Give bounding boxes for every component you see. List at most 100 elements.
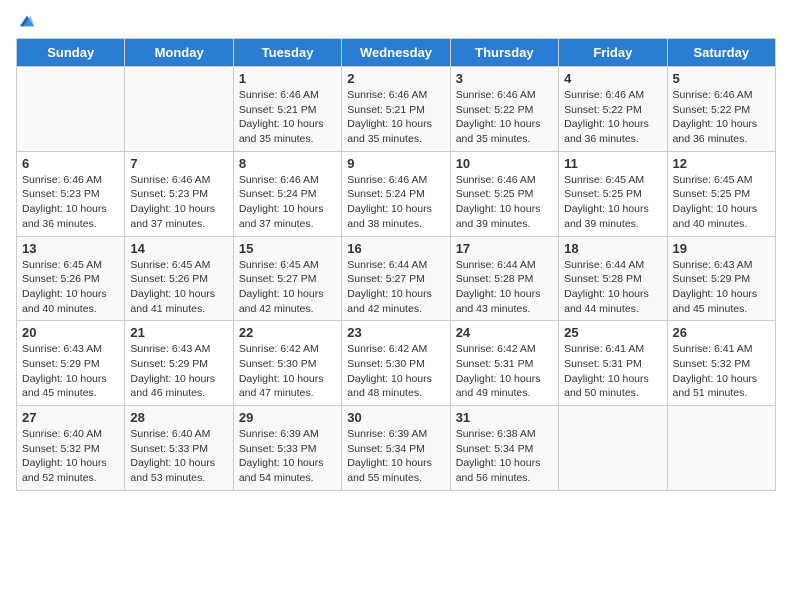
- calendar-cell: 26Sunrise: 6:41 AMSunset: 5:32 PMDayligh…: [667, 321, 775, 406]
- calendar-cell: [17, 67, 125, 152]
- calendar-cell: 23 Sunrise: 6:42 AMSunset: 5:30 PMDayligh…: [342, 321, 450, 406]
- day-info: Sunrise: 6:42 AMSunset: 5:30 PMDaylight:…: [347, 342, 444, 401]
- day-header-monday: Monday: [125, 39, 233, 67]
- day-info: Sunrise: 6:45 AMSunset: 5:26 PMDaylight:…: [130, 258, 227, 317]
- calendar-week-1: 1 Sunrise: 6:46 AMSunset: 5:21 PMDaylight…: [17, 67, 776, 152]
- day-header-saturday: Saturday: [667, 39, 775, 67]
- calendar-cell: 21 Sunrise: 6:43 AMSunset: 5:29 PMDayligh…: [125, 321, 233, 406]
- calendar-week-3: 13 Sunrise: 6:45 AMSunset: 5:26 PMDayligh…: [17, 236, 776, 321]
- day-number: 5: [673, 71, 770, 86]
- calendar-cell: 25 Sunrise: 6:41 AMSunset: 5:31 PMDayligh…: [559, 321, 667, 406]
- day-info: Sunrise: 6:42 AMSunset: 5:30 PMDaylight:…: [239, 342, 336, 401]
- day-header-tuesday: Tuesday: [233, 39, 341, 67]
- page-header: [16, 16, 776, 30]
- day-info: Sunrise: 6:45 AMSunset: 5:25 PMDaylight:…: [564, 173, 661, 232]
- day-info: Sunrise: 6:40 AMSunset: 5:32 PMDaylight:…: [22, 427, 119, 486]
- day-number: 2: [347, 71, 444, 86]
- day-number: 12: [673, 156, 770, 171]
- calendar-cell: 19 Sunrise: 6:43 AMSunset: 5:29 PMDayligh…: [667, 236, 775, 321]
- day-header-thursday: Thursday: [450, 39, 558, 67]
- day-info: Sunrise: 6:46 AMSunset: 5:22 PMDaylight:…: [456, 88, 553, 147]
- day-info: Sunrise: 6:46 AMSunset: 5:23 PMDaylight:…: [130, 173, 227, 232]
- day-number: 26: [673, 325, 770, 340]
- calendar-cell: 4 Sunrise: 6:46 AMSunset: 5:22 PMDaylight…: [559, 67, 667, 152]
- day-info: Sunrise: 6:46 AMSunset: 5:23 PMDaylight:…: [22, 173, 119, 232]
- day-number: 4: [564, 71, 661, 86]
- day-number: 6: [22, 156, 119, 171]
- calendar-cell: 5 Sunrise: 6:46 AMSunset: 5:22 PMDaylight…: [667, 67, 775, 152]
- calendar-cell: 20 Sunrise: 6:43 AMSunset: 5:29 PMDayligh…: [17, 321, 125, 406]
- day-number: 1: [239, 71, 336, 86]
- day-number: 10: [456, 156, 553, 171]
- calendar-cell: 29 Sunrise: 6:39 AMSunset: 5:33 PMDayligh…: [233, 406, 341, 491]
- day-number: 31: [456, 410, 553, 425]
- calendar-cell: 31Sunrise: 6:38 AMSunset: 5:34 PMDayligh…: [450, 406, 558, 491]
- day-number: 19: [673, 241, 770, 256]
- day-info: Sunrise: 6:46 AMSunset: 5:22 PMDaylight:…: [564, 88, 661, 147]
- day-info: Sunrise: 6:44 AMSunset: 5:28 PMDaylight:…: [456, 258, 553, 317]
- day-number: 29: [239, 410, 336, 425]
- calendar-cell: [125, 67, 233, 152]
- day-info: Sunrise: 6:46 AMSunset: 5:24 PMDaylight:…: [239, 173, 336, 232]
- calendar-cell: 30 Sunrise: 6:39 AMSunset: 5:34 PMDayligh…: [342, 406, 450, 491]
- day-info: Sunrise: 6:41 AMSunset: 5:31 PMDaylight:…: [564, 342, 661, 401]
- day-info: Sunrise: 6:43 AMSunset: 5:29 PMDaylight:…: [673, 258, 770, 317]
- day-info: Sunrise: 6:42 AMSunset: 5:31 PMDaylight:…: [456, 342, 553, 401]
- day-number: 9: [347, 156, 444, 171]
- calendar-cell: 27Sunrise: 6:40 AMSunset: 5:32 PMDayligh…: [17, 406, 125, 491]
- day-number: 21: [130, 325, 227, 340]
- day-number: 24: [456, 325, 553, 340]
- day-number: 3: [456, 71, 553, 86]
- calendar-header-row: SundayMondayTuesdayWednesdayThursdayFrid…: [17, 39, 776, 67]
- day-info: Sunrise: 6:40 AMSunset: 5:33 PMDaylight:…: [130, 427, 227, 486]
- day-number: 13: [22, 241, 119, 256]
- day-info: Sunrise: 6:45 AMSunset: 5:27 PMDaylight:…: [239, 258, 336, 317]
- day-number: 7: [130, 156, 227, 171]
- day-number: 28: [130, 410, 227, 425]
- calendar-cell: 2 Sunrise: 6:46 AMSunset: 5:21 PMDaylight…: [342, 67, 450, 152]
- calendar-cell: 11Sunrise: 6:45 AMSunset: 5:25 PMDayligh…: [559, 151, 667, 236]
- calendar-cell: 24 Sunrise: 6:42 AMSunset: 5:31 PMDayligh…: [450, 321, 558, 406]
- day-info: Sunrise: 6:43 AMSunset: 5:29 PMDaylight:…: [22, 342, 119, 401]
- day-number: 15: [239, 241, 336, 256]
- day-info: Sunrise: 6:43 AMSunset: 5:29 PMDaylight:…: [130, 342, 227, 401]
- calendar-cell: 12 Sunrise: 6:45 AMSunset: 5:25 PMDayligh…: [667, 151, 775, 236]
- calendar-week-5: 27Sunrise: 6:40 AMSunset: 5:32 PMDayligh…: [17, 406, 776, 491]
- day-info: Sunrise: 6:45 AMSunset: 5:25 PMDaylight:…: [673, 173, 770, 232]
- day-number: 18: [564, 241, 661, 256]
- calendar-week-4: 20 Sunrise: 6:43 AMSunset: 5:29 PMDayligh…: [17, 321, 776, 406]
- day-number: 30: [347, 410, 444, 425]
- day-info: Sunrise: 6:39 AMSunset: 5:34 PMDaylight:…: [347, 427, 444, 486]
- day-number: 23: [347, 325, 444, 340]
- day-header-sunday: Sunday: [17, 39, 125, 67]
- calendar-cell: 1 Sunrise: 6:46 AMSunset: 5:21 PMDaylight…: [233, 67, 341, 152]
- calendar-cell: 8 Sunrise: 6:46 AMSunset: 5:24 PMDaylight…: [233, 151, 341, 236]
- day-number: 22: [239, 325, 336, 340]
- calendar-table: SundayMondayTuesdayWednesdayThursdayFrid…: [16, 38, 776, 491]
- day-info: Sunrise: 6:46 AMSunset: 5:21 PMDaylight:…: [347, 88, 444, 147]
- day-header-wednesday: Wednesday: [342, 39, 450, 67]
- calendar-cell: 9Sunrise: 6:46 AMSunset: 5:24 PMDaylight…: [342, 151, 450, 236]
- day-number: 8: [239, 156, 336, 171]
- day-info: Sunrise: 6:39 AMSunset: 5:33 PMDaylight:…: [239, 427, 336, 486]
- calendar-cell: 3 Sunrise: 6:46 AMSunset: 5:22 PMDaylight…: [450, 67, 558, 152]
- calendar-cell: [559, 406, 667, 491]
- calendar-cell: 10 Sunrise: 6:46 AMSunset: 5:25 PMDayligh…: [450, 151, 558, 236]
- calendar-cell: [667, 406, 775, 491]
- day-number: 16: [347, 241, 444, 256]
- logo: [16, 16, 36, 30]
- calendar-cell: 28 Sunrise: 6:40 AMSunset: 5:33 PMDayligh…: [125, 406, 233, 491]
- calendar-cell: 18 Sunrise: 6:44 AMSunset: 5:28 PMDayligh…: [559, 236, 667, 321]
- calendar-cell: 6 Sunrise: 6:46 AMSunset: 5:23 PMDaylight…: [17, 151, 125, 236]
- day-info: Sunrise: 6:46 AMSunset: 5:21 PMDaylight:…: [239, 88, 336, 147]
- calendar-cell: 22 Sunrise: 6:42 AMSunset: 5:30 PMDayligh…: [233, 321, 341, 406]
- day-number: 20: [22, 325, 119, 340]
- calendar-cell: 16Sunrise: 6:44 AMSunset: 5:27 PMDayligh…: [342, 236, 450, 321]
- calendar-week-2: 6 Sunrise: 6:46 AMSunset: 5:23 PMDaylight…: [17, 151, 776, 236]
- day-info: Sunrise: 6:45 AMSunset: 5:26 PMDaylight:…: [22, 258, 119, 317]
- day-info: Sunrise: 6:46 AMSunset: 5:25 PMDaylight:…: [456, 173, 553, 232]
- day-info: Sunrise: 6:44 AMSunset: 5:28 PMDaylight:…: [564, 258, 661, 317]
- day-number: 25: [564, 325, 661, 340]
- day-info: Sunrise: 6:46 AMSunset: 5:22 PMDaylight:…: [673, 88, 770, 147]
- calendar-cell: 14Sunrise: 6:45 AMSunset: 5:26 PMDayligh…: [125, 236, 233, 321]
